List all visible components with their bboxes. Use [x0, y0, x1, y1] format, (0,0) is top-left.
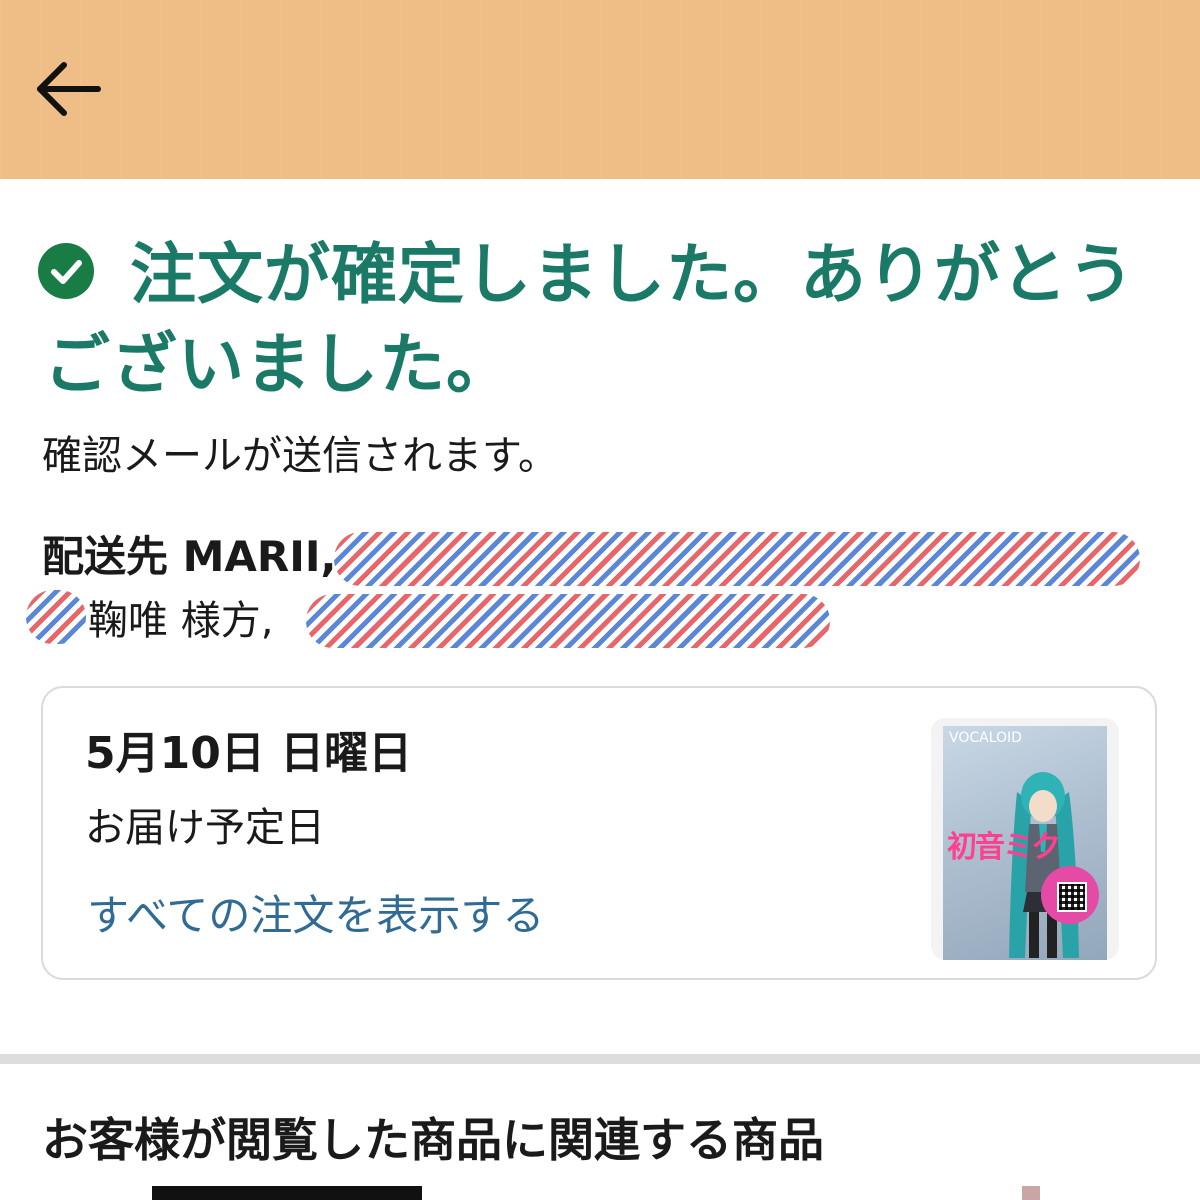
shipping-address-line2: 鞠唯 様方,	[88, 598, 274, 644]
qr-badge	[1041, 866, 1099, 924]
confirmation-email-note: 確認メールが送信されます。	[42, 433, 558, 479]
product-image: VOCALOID 初音ミク	[943, 726, 1107, 960]
related-products-title: お客様が閲覧した商品に関連する商品	[42, 1113, 824, 1167]
back-button[interactable]	[30, 56, 106, 122]
section-divider	[0, 1054, 1200, 1064]
product-logo: 初音ミク	[947, 830, 1061, 865]
qr-code-icon	[1057, 882, 1087, 912]
order-summary-card: 5月10日 日曜日 お届け予定日 すべての注文を表示する VOCALOID 初音…	[41, 686, 1157, 980]
related-product-thumbnail[interactable]	[1022, 1186, 1040, 1200]
confirmation-title: 注文が確定しました。ありがとうございました。	[44, 236, 1135, 403]
related-product-thumbnail[interactable]	[152, 1186, 422, 1200]
product-package-text: VOCALOID	[949, 730, 1022, 746]
arrow-left-icon	[37, 62, 101, 116]
product-thumbnail[interactable]: VOCALOID 初音ミク	[931, 718, 1119, 960]
top-app-bar	[0, 0, 1200, 179]
shipping-address-line1: 配送先 MARII,	[42, 532, 337, 581]
delivery-date: 5月10日 日曜日	[85, 728, 413, 779]
redacted-address-block	[306, 594, 830, 648]
redacted-address-block	[334, 532, 1140, 586]
view-all-orders-link[interactable]: すべての注文を表示する	[87, 888, 544, 944]
delivery-date-label: お届け予定日	[85, 805, 325, 851]
redacted-name-block	[26, 590, 86, 644]
